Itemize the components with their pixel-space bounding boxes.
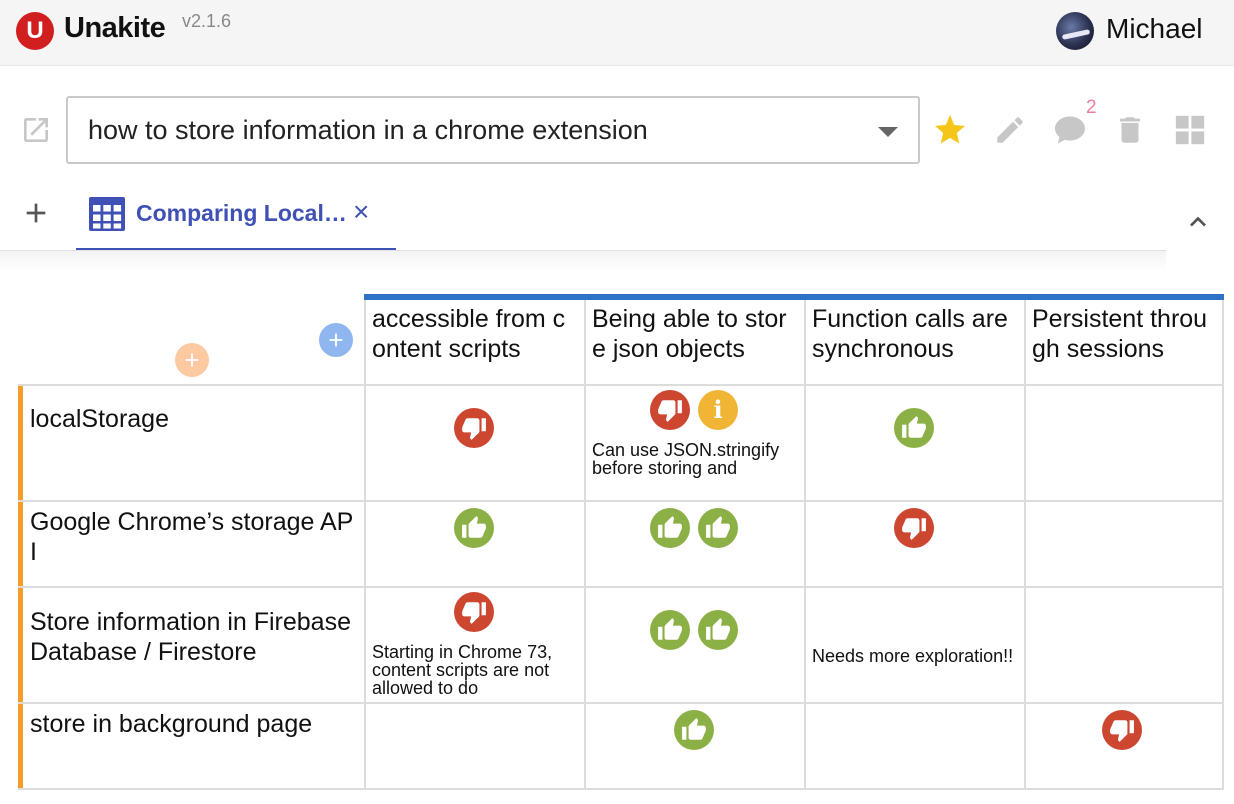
thumbs-up-icon: [902, 416, 926, 438]
tab-comparing-local[interactable]: Comparing Local… ×: [76, 186, 396, 252]
option-label[interactable]: Store information in Firebase Database /…: [22, 589, 364, 685]
thumbs-down-rating[interactable]: [894, 508, 934, 548]
add-criterion-button[interactable]: [319, 323, 353, 357]
thumbs-down-icon: [1110, 720, 1134, 742]
add-option-button[interactable]: [175, 343, 209, 377]
row-divider: [18, 586, 1224, 588]
thumbs-down-icon: [902, 518, 926, 540]
thumbs-down-rating[interactable]: [650, 390, 690, 430]
thumbs-up-rating[interactable]: [650, 508, 690, 548]
app-name[interactable]: Unakite: [64, 12, 166, 45]
delete-button[interactable]: [1110, 110, 1150, 150]
thumbs-down-icon: [462, 418, 486, 440]
thumbs-up-rating[interactable]: [454, 508, 494, 548]
option-label[interactable]: store in background page: [22, 691, 364, 757]
app-version: v2.1.6: [182, 11, 232, 31]
star-button[interactable]: [930, 110, 970, 150]
star-icon: [935, 115, 965, 144]
thumbs-down-rating[interactable]: [1102, 710, 1142, 750]
thumbs-up-rating[interactable]: [698, 508, 738, 548]
info-rating[interactable]: i: [698, 390, 738, 430]
thumbs-down-icon: [462, 602, 486, 624]
tab-shadow: [0, 251, 1166, 271]
thumbs-up-icon: [706, 516, 730, 538]
open-in-new-icon[interactable]: [20, 114, 52, 146]
chevron-up-icon[interactable]: [1182, 206, 1214, 238]
criterion-header[interactable]: Being able to store json objects: [584, 300, 804, 386]
cell-note[interactable]: Can use JSON.stringify before storing an…: [592, 441, 806, 495]
plus-icon[interactable]: [20, 197, 52, 229]
comments-button[interactable]: [1050, 110, 1090, 150]
thumbs-down-rating[interactable]: [454, 592, 494, 632]
thumbs-up-icon: [658, 618, 682, 640]
edit-button[interactable]: [990, 110, 1030, 150]
thumbs-up-icon: [706, 618, 730, 640]
thumbs-up-rating[interactable]: [698, 610, 738, 650]
criterion-header[interactable]: Persistent through sessions: [1024, 300, 1224, 386]
task-query-text: how to store information in a chrome ext…: [88, 115, 648, 145]
column-divider: [364, 384, 366, 790]
column-divider: [1024, 384, 1026, 790]
thumbs-up-rating[interactable]: [650, 610, 690, 650]
option-label[interactable]: Google Chrome’s storage API: [22, 489, 364, 585]
user-name[interactable]: Michael: [1106, 13, 1202, 45]
option-label[interactable]: localStorage: [22, 386, 364, 452]
criterion-header[interactable]: Function calls are synchronous: [804, 300, 1024, 386]
comment-icon: [1055, 116, 1085, 144]
avatar[interactable]: [1056, 12, 1094, 50]
thumbs-up-icon: [658, 516, 682, 538]
task-query-select[interactable]: how to store information in a chrome ext…: [66, 96, 920, 164]
pencil-icon: [997, 117, 1023, 143]
logo-letter: U: [26, 17, 44, 44]
cell-note[interactable]: Needs more exploration!!: [812, 647, 1026, 687]
unakite-logo[interactable]: U: [16, 12, 54, 50]
thumbs-down-icon: [658, 400, 682, 422]
trash-icon: [1120, 117, 1140, 143]
close-icon[interactable]: ×: [353, 196, 369, 228]
thumbs-up-rating[interactable]: [894, 408, 934, 448]
column-divider: [584, 384, 586, 790]
row-divider: [18, 788, 1224, 790]
info-icon: i: [713, 395, 723, 424]
comment-count-badge: 2: [1086, 97, 1097, 118]
plus-icon: [329, 333, 343, 347]
grid-layout-icon: [1175, 115, 1205, 145]
layout-button[interactable]: [1170, 110, 1210, 150]
tab-label: Comparing Local…: [136, 200, 347, 226]
thumbs-down-rating[interactable]: [454, 408, 494, 448]
thumbs-up-icon: [682, 718, 706, 740]
cell-note[interactable]: Starting in Chrome 73, content scripts a…: [372, 643, 586, 697]
plus-icon: [185, 353, 199, 367]
criterion-header[interactable]: accessible from content scripts: [364, 300, 584, 386]
dropdown-arrow-icon[interactable]: [878, 127, 898, 137]
column-divider: [1222, 384, 1224, 790]
thumbs-up-rating[interactable]: [674, 710, 714, 750]
app-header: U Unakite v2.1.6 Michael: [0, 0, 1234, 66]
table-grid-icon: [89, 197, 125, 231]
thumbs-up-icon: [462, 516, 486, 538]
